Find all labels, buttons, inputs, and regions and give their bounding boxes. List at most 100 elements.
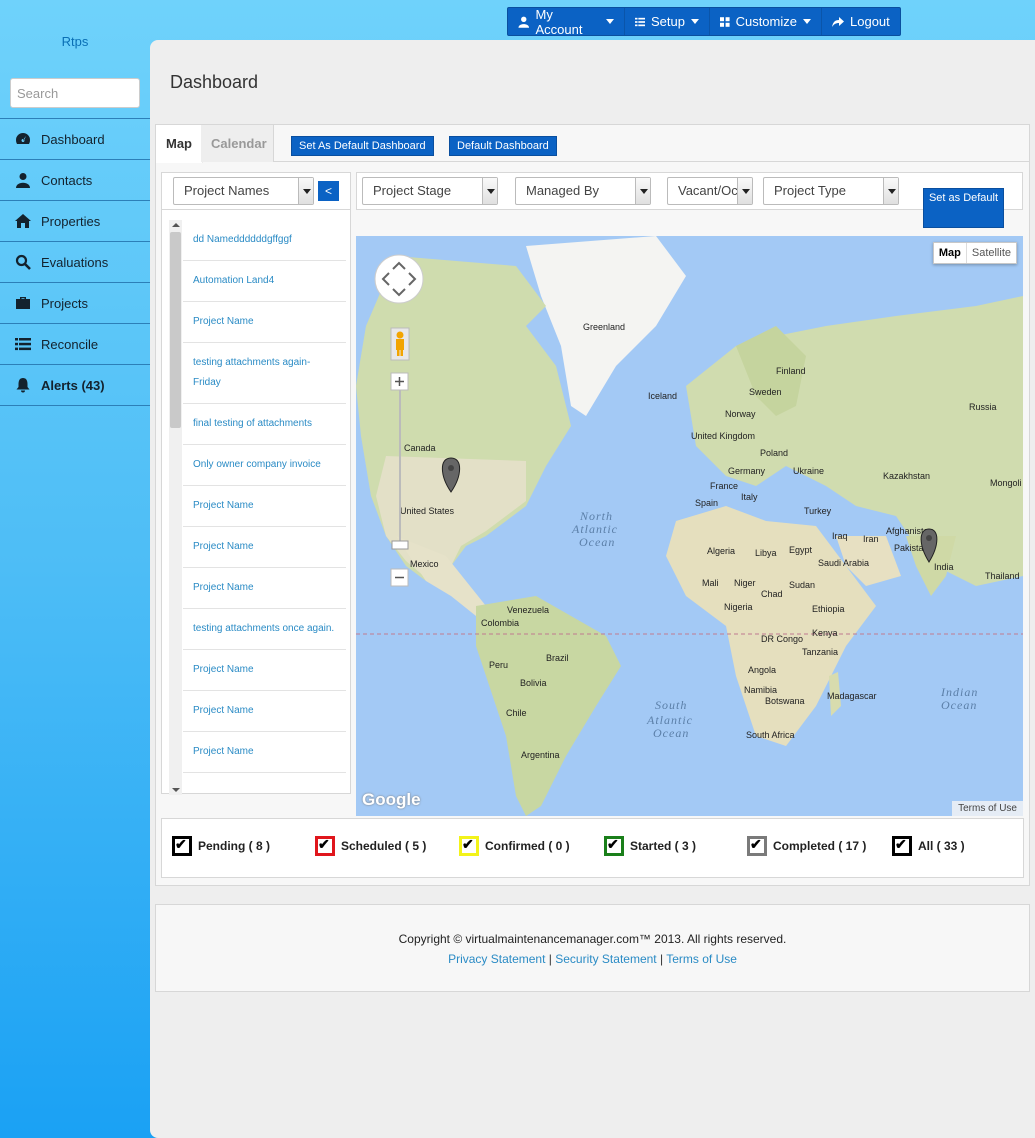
map-label: South Africa: [746, 730, 795, 740]
map-terms-link[interactable]: Terms of Use: [952, 801, 1023, 816]
map-label: Argentina: [521, 750, 560, 760]
ocean-label: South: [655, 698, 687, 712]
tab-map[interactable]: Map: [156, 125, 203, 163]
list-item[interactable]: Project Name: [183, 568, 346, 609]
my-account-menu[interactable]: My Account: [508, 7, 625, 37]
map-label: Russia: [969, 402, 997, 412]
project-list-panel: Project Names < dd Nameddddddgffggf Auto…: [161, 172, 351, 795]
map-label: Iran: [863, 534, 879, 544]
sidebar-item-label: Projects: [41, 295, 88, 311]
customize-menu[interactable]: Customize: [710, 8, 822, 35]
sidebar-item-evaluations[interactable]: Evaluations: [0, 242, 150, 283]
checkbox-icon[interactable]: [459, 836, 479, 856]
managed-by-select[interactable]: Managed By: [515, 177, 651, 205]
map-label: Algeria: [707, 546, 735, 556]
legend-all[interactable]: All ( 33 ): [892, 836, 965, 856]
sidebar-item-reconcile[interactable]: Reconcile: [0, 324, 150, 365]
briefcase-icon: [16, 297, 30, 309]
project-names-select[interactable]: Project Names: [173, 177, 314, 205]
zoom-slider-thumb[interactable]: [391, 540, 409, 550]
list-scrollbar[interactable]: [169, 220, 182, 795]
vacant-select[interactable]: Vacant/Oc: [667, 177, 753, 205]
map-type-map-button[interactable]: Map: [934, 243, 967, 263]
ocean-label: Ocean: [579, 535, 615, 549]
map-canvas[interactable]: Greenland Finland Sweden Norway Iceland …: [356, 236, 1023, 816]
sidebar-item-label: Alerts (43): [41, 377, 105, 393]
map-label: United States: [400, 506, 455, 516]
chevron-down-icon: [737, 178, 752, 204]
sidebar-item-contacts[interactable]: Contacts: [0, 160, 150, 201]
collapse-list-button[interactable]: <: [318, 181, 339, 201]
ocean-label: North: [579, 509, 613, 523]
map-label: Mongoli: [990, 478, 1022, 488]
logout-link[interactable]: Logout: [822, 8, 900, 35]
chevron-down-icon: [803, 19, 811, 24]
list-item[interactable]: Project Name: [183, 527, 346, 568]
list-item[interactable]: final testing of attachments: [183, 404, 346, 445]
list-item[interactable]: Project Name: [183, 732, 346, 773]
sidebar-item-properties[interactable]: Properties: [0, 201, 150, 242]
list-item[interactable]: Project Name: [183, 486, 346, 527]
map-pan-control[interactable]: [374, 254, 424, 304]
sidebar-nav: Dashboard Contacts Properties Evaluation…: [0, 118, 150, 406]
legend-confirmed[interactable]: Confirmed ( 0 ): [459, 836, 570, 856]
project-list-header: Project Names <: [162, 173, 350, 210]
checkbox-icon[interactable]: [172, 836, 192, 856]
list-item[interactable]: dd Nameddddddgffggf: [183, 220, 346, 261]
checkbox-icon[interactable]: [892, 836, 912, 856]
sidebar-item-projects[interactable]: Projects: [0, 283, 150, 324]
list-item[interactable]: Project Name: [183, 650, 346, 691]
map-type-control: Map Satellite: [932, 242, 1017, 264]
map-label: Germany: [728, 466, 766, 476]
project-type-select[interactable]: Project Type: [763, 177, 899, 205]
map-type-satellite-button[interactable]: Satellite: [967, 243, 1016, 263]
checkbox-icon[interactable]: [315, 836, 335, 856]
zoom-out-button[interactable]: [390, 568, 409, 587]
terms-of-use-link[interactable]: Terms of Use: [666, 952, 737, 966]
footer-links: Privacy Statement | Security Statement |…: [156, 952, 1029, 966]
map-label: Mali: [702, 578, 719, 588]
map-label: Niger: [734, 578, 756, 588]
google-logo: Google: [362, 790, 421, 809]
street-view-pegman-icon[interactable]: [390, 327, 410, 361]
scroll-thumb[interactable]: [170, 232, 181, 428]
map-label: Chile: [506, 708, 527, 718]
map-label: Venezuela: [507, 605, 549, 615]
project-stage-select[interactable]: Project Stage: [362, 177, 498, 205]
privacy-statement-link[interactable]: Privacy Statement: [448, 952, 545, 966]
world-map[interactable]: Greenland Finland Sweden Norway Iceland …: [356, 236, 1023, 816]
chevron-down-icon: [691, 19, 699, 24]
setup-menu[interactable]: Setup: [625, 8, 710, 35]
tab-calendar[interactable]: Calendar: [201, 125, 274, 162]
ocean-label: Atlantic: [646, 713, 693, 727]
legend-label: Completed ( 17 ): [773, 839, 867, 853]
sidebar-item-label: Dashboard: [41, 131, 105, 147]
set-as-default-dashboard-button[interactable]: Set As Default Dashboard: [291, 136, 434, 156]
map-label: Kenya: [812, 628, 838, 638]
zoom-in-button[interactable]: [390, 372, 409, 391]
brand-name[interactable]: Rtps: [0, 34, 150, 49]
scroll-up-icon[interactable]: [172, 223, 180, 227]
list-item[interactable]: Only owner company invoice: [183, 445, 346, 486]
list-item[interactable]: Automation Land4: [183, 261, 346, 302]
sidebar-item-alerts[interactable]: Alerts (43): [0, 365, 150, 406]
security-statement-link[interactable]: Security Statement: [555, 952, 656, 966]
scroll-down-icon[interactable]: [172, 788, 180, 792]
search-input[interactable]: [10, 78, 140, 108]
sidebar-item-dashboard[interactable]: Dashboard: [0, 119, 150, 160]
default-dashboard-button[interactable]: Default Dashboard: [449, 136, 557, 156]
checkbox-icon[interactable]: [747, 836, 767, 856]
legend-scheduled[interactable]: Scheduled ( 5 ): [315, 836, 426, 856]
list-item[interactable]: testing attachments once again.: [183, 609, 346, 650]
list-item[interactable]: Project Name: [183, 302, 346, 343]
legend-pending[interactable]: Pending ( 8 ): [172, 836, 270, 856]
legend-completed[interactable]: Completed ( 17 ): [747, 836, 866, 856]
map-label: Ethiopia: [812, 604, 845, 614]
legend-started[interactable]: Started ( 3 ): [604, 836, 696, 856]
map-label: Bolivia: [520, 678, 547, 688]
checkbox-icon[interactable]: [604, 836, 624, 856]
map-label: Sweden: [749, 387, 782, 397]
set-as-default-button[interactable]: Set as Default: [923, 188, 1004, 228]
list-item[interactable]: testing attachments again-Friday: [183, 343, 346, 404]
list-item[interactable]: Project Name: [183, 691, 346, 732]
